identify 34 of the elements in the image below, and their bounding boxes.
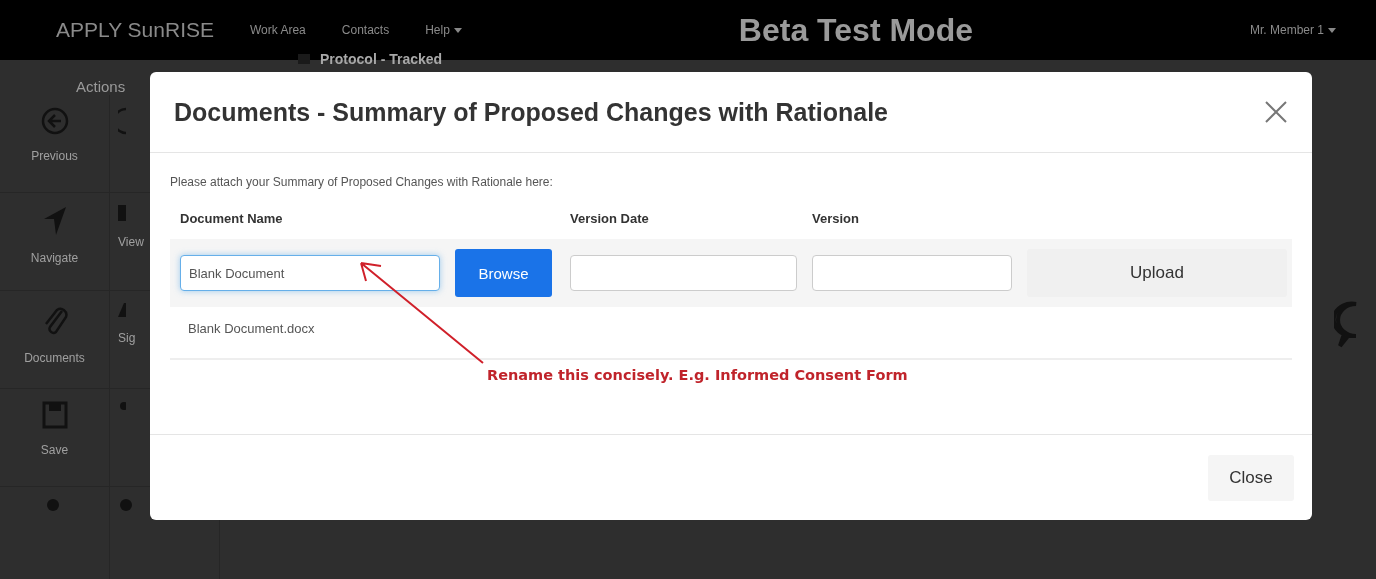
- nav-link[interactable]: Help: [425, 23, 462, 37]
- nav-link[interactable]: Contacts: [341, 23, 390, 37]
- instruction-text: Please attach your Summary of Proposed Changes with Rationale here:: [170, 175, 554, 189]
- action-label: Sig: [118, 331, 136, 345]
- action-tile[interactable]: Navigate: [0, 193, 110, 291]
- brand-logo[interactable]: APPLY SunRISE: [56, 18, 214, 42]
- close-icon[interactable]: [1264, 100, 1288, 124]
- sidebar-title: Actions: [75, 77, 127, 95]
- action-label: Previous: [31, 149, 78, 163]
- column-header: Version Date: [570, 211, 650, 228]
- action-label: Documents: [24, 351, 85, 365]
- action-tile[interactable]: Previous: [0, 95, 110, 193]
- annotation-text: Rename this concisely. E.g. Informed Consent Form: [487, 367, 908, 383]
- mode-title: Beta Test Mode: [738, 11, 973, 49]
- user-menu[interactable]: Mr. Member 1: [1250, 23, 1336, 37]
- action-label: View: [118, 235, 144, 249]
- page-heading: Protocol - Tracked: [320, 51, 443, 67]
- caret-icon: [1328, 27, 1336, 33]
- close-button[interactable]: Close: [1208, 454, 1294, 501]
- browse-button[interactable]: Browse: [455, 249, 552, 297]
- column-header: Document Name: [180, 211, 284, 228]
- nav-link[interactable]: Work Area: [250, 23, 306, 37]
- document-name-field[interactable]: Blank Document: [180, 255, 440, 291]
- action-label: Navigate: [30, 251, 79, 265]
- version-field[interactable]: [812, 255, 1012, 291]
- version-date-field[interactable]: [570, 255, 797, 291]
- action-tile[interactable]: Documents: [0, 291, 110, 389]
- action-label: Save: [40, 443, 69, 457]
- file-name: Blank Document.docx: [170, 307, 1292, 360]
- column-header: Version: [812, 211, 860, 228]
- upload-button[interactable]: Upload: [1027, 249, 1287, 297]
- caret-icon: [453, 27, 462, 33]
- modal-title: Documents - Summary of Proposed Changes with Rationale: [174, 97, 888, 127]
- action-tile[interactable]: Save: [0, 389, 110, 487]
